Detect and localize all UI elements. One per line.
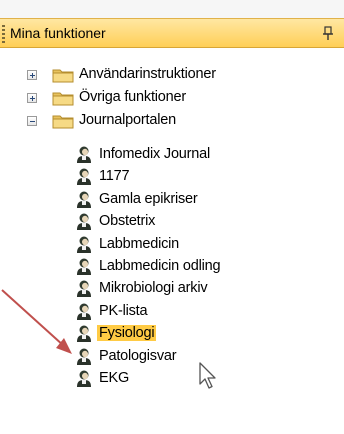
folder-icon — [52, 67, 74, 83]
journal-item-label: EKG — [99, 370, 130, 386]
journal-item-label: Infomedix Journal — [99, 146, 211, 162]
user-app-icon — [76, 348, 92, 366]
journal-item[interactable]: Infomedix Journal — [0, 144, 320, 166]
tree-folder-label: Journalportalen — [79, 112, 176, 128]
top-strip — [0, 0, 344, 18]
expand-icon[interactable] — [27, 70, 37, 80]
collapse-icon[interactable] — [27, 116, 37, 126]
journal-item[interactable]: Patologisvar — [0, 346, 320, 368]
journal-item[interactable]: Labbmedicin odling — [0, 256, 320, 278]
user-app-icon — [76, 146, 92, 164]
folder-icon — [52, 90, 74, 106]
journal-item[interactable]: Fysiologi — [0, 323, 320, 345]
journal-item[interactable]: 1177 — [0, 166, 320, 188]
tree-folder-label: Övriga funktioner — [79, 89, 187, 105]
journal-item-label: 1177 — [99, 168, 130, 184]
journal-item[interactable]: Obstetrix — [0, 211, 320, 233]
tree-folder-row[interactable]: Övriga funktioner — [0, 87, 300, 109]
journal-item-label: Patologisvar — [99, 348, 177, 364]
panel-header: Mina funktioner — [0, 18, 344, 48]
grip-handle-icon[interactable] — [2, 25, 5, 43]
journal-item-label: Labbmedicin odling — [99, 258, 221, 274]
user-app-icon — [76, 236, 92, 254]
user-app-icon — [76, 325, 92, 343]
journal-item[interactable]: PK-lista — [0, 301, 320, 323]
user-app-icon — [76, 191, 92, 209]
user-app-icon — [76, 280, 92, 298]
expand-icon[interactable] — [27, 93, 37, 103]
journal-item-label: Obstetrix — [99, 213, 156, 229]
journal-item[interactable]: Mikrobiologi arkiv — [0, 278, 320, 300]
user-app-icon — [76, 213, 92, 231]
user-app-icon — [76, 168, 92, 186]
journal-item-label: Gamla epikriser — [99, 191, 198, 207]
panel-title: Mina funktioner — [10, 25, 106, 41]
journal-item-label-selected: Fysiologi — [97, 325, 157, 341]
journal-item-label: PK-lista — [99, 303, 148, 319]
journal-item[interactable]: Labbmedicin — [0, 234, 320, 256]
tree-folder-label: Användarinstruktioner — [79, 66, 216, 82]
user-app-icon — [76, 258, 92, 276]
journal-item-label: Mikrobiologi arkiv — [99, 280, 208, 296]
mouse-cursor-icon — [199, 362, 216, 389]
tree-folder-row[interactable]: Användarinstruktioner — [0, 64, 300, 86]
journal-item[interactable]: Gamla epikriser — [0, 189, 320, 211]
tree-folder-row[interactable]: Journalportalen — [0, 110, 300, 132]
journal-item[interactable]: EKG — [0, 368, 320, 390]
user-app-icon — [76, 370, 92, 388]
journal-item-label: Labbmedicin — [99, 236, 180, 252]
user-app-icon — [76, 303, 92, 321]
pin-icon[interactable] — [322, 24, 334, 42]
function-tree: Användarinstruktioner Övriga funktioner Jo… — [0, 48, 344, 434]
folder-icon — [52, 113, 74, 129]
